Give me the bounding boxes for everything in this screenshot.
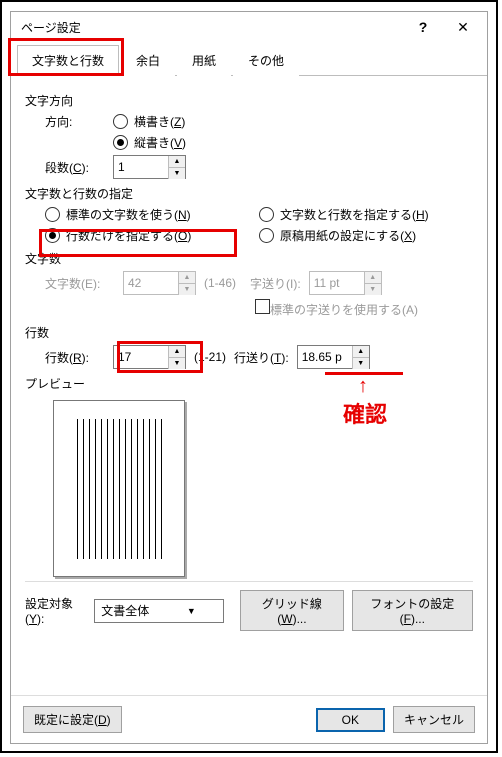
line-pitch-label: 行送り(T): xyxy=(234,349,289,366)
direction-label: 方向: xyxy=(45,113,105,130)
tab-margins[interactable]: 余白 xyxy=(121,45,175,76)
chars-spin: ▲▼ xyxy=(123,271,196,295)
tab-strip: 文字数と行数 余白 用紙 その他 xyxy=(11,44,487,76)
section-lines: 行数 xyxy=(25,324,473,341)
chevron-down-icon: ▼ xyxy=(159,606,223,616)
tab-other[interactable]: その他 xyxy=(233,45,299,76)
dialog-footer: 既定に設定(D) OK キャンセル xyxy=(11,695,487,743)
radio-lines-only[interactable]: 行数だけを指定する(O) xyxy=(45,227,191,244)
line-pitch-spin[interactable]: ▲▼ xyxy=(297,345,370,369)
chars-range: (1-46) xyxy=(204,276,236,290)
apply-to-select[interactable]: 文書全体▼ xyxy=(94,599,224,623)
tab-paper[interactable]: 用紙 xyxy=(177,45,231,76)
lines-range: (1-21) xyxy=(194,350,226,364)
cancel-button[interactable]: キャンセル xyxy=(393,706,475,733)
columns-input[interactable] xyxy=(114,157,168,177)
lines-spin[interactable]: ▲▼ xyxy=(113,345,186,369)
font-settings-button[interactable]: フォントの設定(F)... xyxy=(352,590,473,631)
annotation-confirm: 確認 xyxy=(343,397,387,429)
set-default-button[interactable]: 既定に設定(D) xyxy=(23,706,122,733)
radio-specify-both[interactable]: 文字数と行数を指定する(H) xyxy=(259,206,429,223)
chevron-down-icon[interactable]: ▼ xyxy=(169,358,185,369)
chevron-up-icon[interactable]: ▲ xyxy=(353,346,369,358)
ok-button[interactable]: OK xyxy=(316,708,385,732)
char-pitch-label: 字送り(I): xyxy=(250,275,301,292)
chars-label: 文字数(E): xyxy=(45,275,115,292)
radio-manuscript[interactable]: 原稿用紙の設定にする(X) xyxy=(259,227,416,244)
help-button[interactable]: ? xyxy=(403,13,443,41)
section-grid-spec: 文字数と行数の指定 xyxy=(25,185,473,202)
columns-spin[interactable]: ▲▼ xyxy=(113,155,186,179)
close-button[interactable]: ✕ xyxy=(443,13,483,41)
radio-horizontal[interactable]: 横書き(Z) xyxy=(113,113,185,130)
char-pitch-spin: ▲▼ xyxy=(309,271,382,295)
radio-vertical[interactable]: 縦書き(V) xyxy=(113,134,186,151)
chevron-down-icon[interactable]: ▼ xyxy=(353,358,369,369)
section-text-direction: 文字方向 xyxy=(25,92,473,109)
chevron-up-icon[interactable]: ▲ xyxy=(169,346,185,358)
radio-standard-chars[interactable]: 標準の文字数を使う(N) xyxy=(45,206,191,223)
gridlines-button[interactable]: グリッド線(W)... xyxy=(240,590,343,631)
lines-input[interactable] xyxy=(114,347,168,367)
window-title: ページ設定 xyxy=(15,19,403,36)
columns-label: 段数(C): xyxy=(45,159,105,176)
apply-to-label: 設定対象(Y): xyxy=(25,595,86,626)
section-preview: プレビュー xyxy=(25,375,473,392)
section-chars: 文字数 xyxy=(25,250,473,267)
preview-pane xyxy=(53,400,185,577)
chevron-down-icon[interactable]: ▼ xyxy=(169,168,185,179)
tab-chars-lines[interactable]: 文字数と行数 xyxy=(17,45,119,76)
titlebar: ページ設定 ? ✕ xyxy=(11,12,487,42)
chevron-up-icon[interactable]: ▲ xyxy=(169,156,185,168)
annotation-arrow-icon: ↑ xyxy=(358,375,368,398)
chk-standard-pitch: 標準の字送りを使用する(A) xyxy=(255,299,418,318)
line-pitch-input[interactable] xyxy=(298,347,352,367)
lines-label: 行数(R): xyxy=(45,349,105,366)
